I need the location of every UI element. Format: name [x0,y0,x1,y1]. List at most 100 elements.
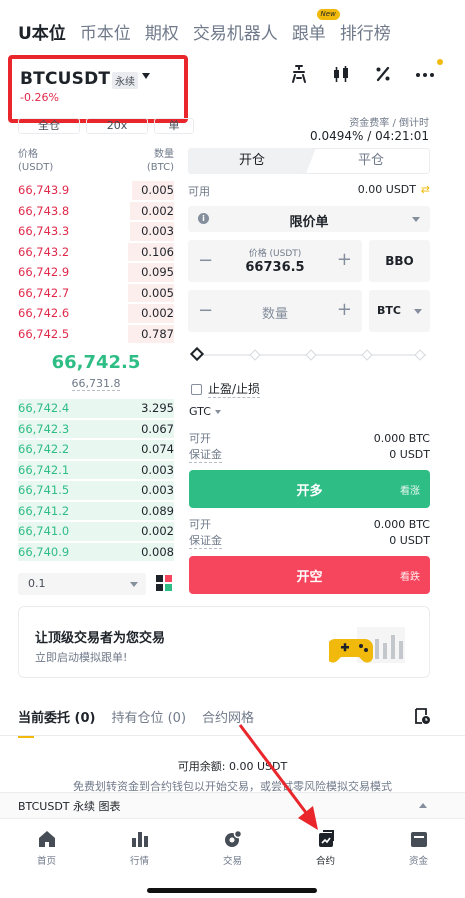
chart-toggle-bar[interactable]: BTCUSDT 永续 图表 [0,792,465,818]
ask-row[interactable]: 66,743.9 0.005 [18,180,174,201]
quantity-unit-select[interactable]: BTC [369,290,430,332]
tpsl-checkbox[interactable] [191,383,202,395]
bids-list: 66,742.4 3.295 66,742.3 0.067 66,742.2 0.07… [18,398,174,562]
tab-futures-grid[interactable]: 合约网格 [202,707,254,726]
long-margin-label: 保证金 [189,447,222,463]
ask-row[interactable]: 66,742.7 0.005 [18,283,174,304]
bbo-button[interactable]: BBO [369,240,430,282]
tab-close[interactable]: 平仓 [302,148,430,174]
bid-row[interactable]: 66,742.4 3.295 [18,398,174,419]
bid-row[interactable]: 66,741.0 0.002 [18,521,174,542]
depth-value: 0.1 [28,577,46,590]
margin-mode-button[interactable]: 全仓 [18,118,80,134]
tab-usdm[interactable]: U本位 [18,19,66,44]
new-badge: New [316,8,340,20]
tab-copy-trading-label: 跟单 [291,23,326,44]
ask-price: 66,743.3 [18,224,70,239]
long-info: 可开 0.000 BTC 保证金 0 USDT [189,430,430,463]
nav-home[interactable]: 首页 [0,819,93,874]
pair-symbol: BTCUSDT [20,69,111,89]
ask-row[interactable]: 66,742.9 0.095 [18,262,174,283]
banner-title: 让顶级交易者为您交易 [35,631,166,646]
bid-row[interactable]: 66,742.1 0.003 [18,460,174,481]
tpsl-toggle[interactable]: 止盈/止损 [191,380,261,398]
asks-list: 66,743.9 0.005 66,743.8 0.002 66,743.3 0.00… [18,180,174,344]
tif-value: GTC [189,405,211,418]
quantity-input[interactable]: − 数量 + [188,290,362,332]
bid-row[interactable]: 66,742.3 0.067 [18,419,174,440]
more-icon[interactable] [415,59,443,84]
nav-trade[interactable]: 交易 [186,819,279,874]
ask-row[interactable]: 66,742.6 0.002 [18,303,174,324]
ask-qty: 0.095 [141,265,174,280]
ask-price: 66,742.7 [18,285,70,300]
nav-wallet[interactable]: 资金 [372,819,465,874]
copy-trading-banner[interactable]: 让顶级交易者为您交易 立即启动模拟跟单! [18,606,430,678]
short-max-label: 可开 [189,518,211,531]
candlestick-chart-icon[interactable] [331,64,351,84]
tab-positions[interactable]: 持有仓位 (0) [111,707,186,726]
ask-row[interactable]: 66,743.8 0.002 [18,201,174,222]
nav-futures[interactable]: 合约 [279,819,372,874]
contract-type-badge: 永续 [112,72,138,89]
order-history-icon[interactable] [414,708,430,724]
open-long-button[interactable]: 开多 看涨 [189,470,430,508]
percent-icon[interactable] [373,64,393,84]
price-plus-button[interactable]: + [337,249,352,270]
time-in-force-select[interactable]: GTC [189,405,221,418]
bid-qty: 0.074 [141,442,174,457]
top-tabs: U本位 币本位 期权 交易机器人 跟单 New 排行榜 [18,8,447,48]
tab-trading-bots[interactable]: 交易机器人 [193,19,278,44]
chevron-up-icon[interactable] [419,803,427,808]
slider-tick-25[interactable] [249,349,261,361]
ask-price: 66,742.5 [18,326,70,341]
tab-copy-trading[interactable]: 跟单 New [291,8,340,44]
bid-price: 66,741.5 [18,483,70,498]
ask-row[interactable]: 66,742.5 0.787 [18,324,174,345]
position-mode-button[interactable]: 单 [154,118,194,134]
price-change: -0.26% [20,91,59,104]
qty-plus-button[interactable]: + [337,299,352,320]
calculator-icon[interactable] [289,64,309,84]
tab-options[interactable]: 期权 [145,19,179,44]
depth-select[interactable]: 0.1 [18,573,146,595]
nav-markets[interactable]: 行情 [93,819,186,874]
bid-row[interactable]: 66,740.9 0.008 [18,542,174,563]
last-price[interactable]: 66,742.5 [18,352,174,373]
slider-tick-50[interactable] [305,349,317,361]
caret-down-icon [214,410,221,414]
open-short-button[interactable]: 开空 看跌 [189,556,430,594]
bid-row[interactable]: 66,742.2 0.074 [18,439,174,460]
slider-tick-75[interactable] [361,349,373,361]
leverage-button[interactable]: 20x [86,118,148,134]
ask-row[interactable]: 66,743.2 0.106 [18,242,174,263]
transfer-icon[interactable]: ⇄ [421,183,430,196]
quantity-placeholder: 数量 [261,307,288,322]
caret-down-icon [130,582,138,587]
orderbook-layout-icon[interactable] [156,575,172,591]
trade-icon [224,829,242,847]
amount-slider[interactable] [189,346,426,362]
tab-coinm[interactable]: 币本位 [80,19,131,44]
order-type-select[interactable]: i 限价单 [188,206,430,232]
bid-row[interactable]: 66,741.5 0.003 [18,480,174,501]
tab-open-orders[interactable]: 当前委托 (0) [18,707,95,738]
ask-qty: 0.005 [141,285,174,300]
slider-tick-100[interactable] [414,349,426,361]
ask-price: 66,742.6 [18,306,70,321]
price-input[interactable]: − 价格 (USDT) 66736.5 + [188,240,362,282]
price-input-value: 66736.5 [245,260,305,275]
bid-price: 66,742.3 [18,421,70,436]
pair-selector[interactable]: BTCUSDT 永续 -0.26% [8,55,188,123]
qty-header-unit: (BTC) [146,162,174,173]
available-row: 可用 0.00 USDT ⇄ [188,183,430,199]
tab-open[interactable]: 开仓 [188,148,316,174]
ask-row[interactable]: 66,743.3 0.003 [18,221,174,242]
caret-down-icon [414,309,422,314]
tab-leaderboard[interactable]: 排行榜 [340,19,391,44]
bid-qty: 3.295 [141,401,174,416]
slider-handle[interactable] [189,346,205,362]
short-margin-value: 0 USDT [389,533,430,547]
bid-row[interactable]: 66,741.2 0.089 [18,501,174,522]
bid-qty: 0.067 [141,421,174,436]
